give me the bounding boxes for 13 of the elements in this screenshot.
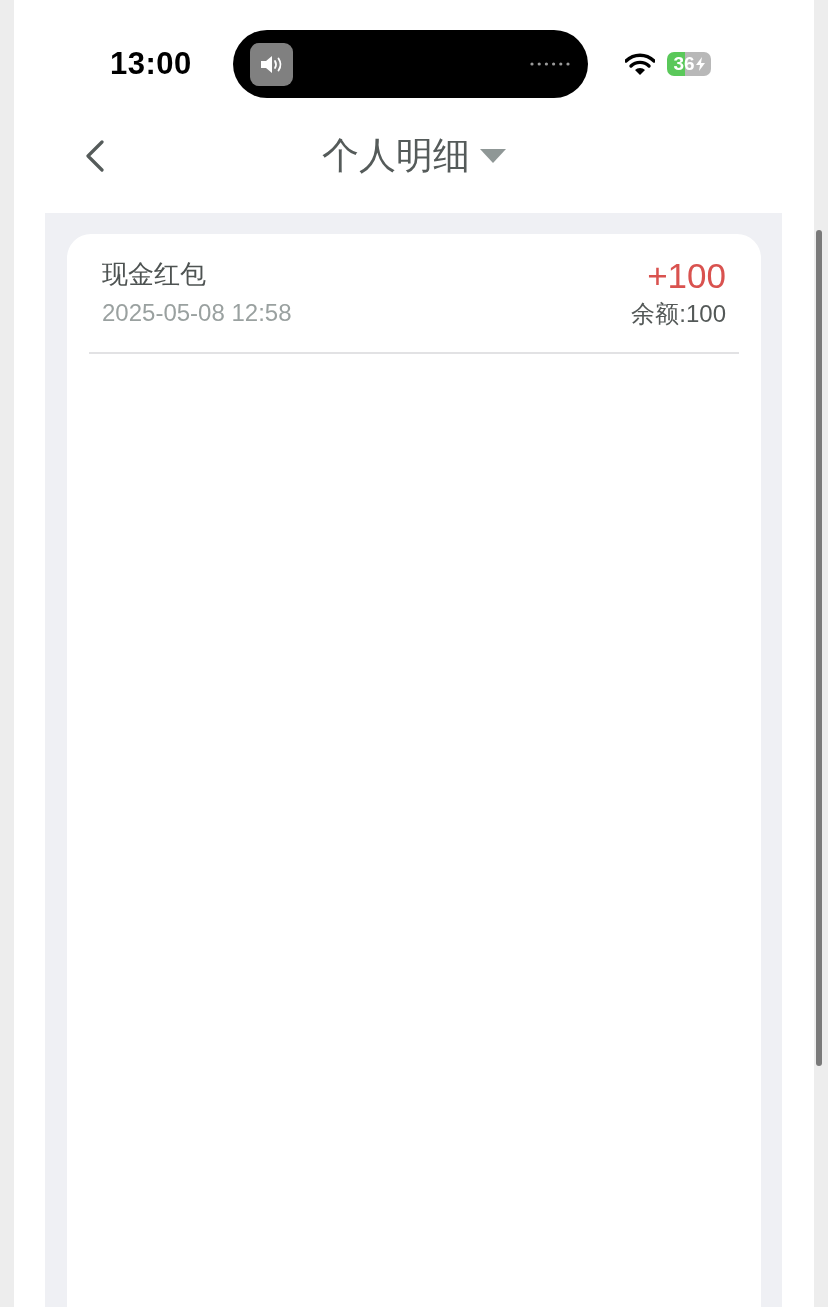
status-time: 13:00 [110,46,193,82]
title-dropdown[interactable]: 个人明细 [322,132,506,179]
record-balance: 余额:100 [631,299,726,329]
back-chevron-icon [85,139,105,172]
bolt-icon [695,57,705,71]
record-name: 现金红包 [102,258,206,291]
wifi-icon [625,53,655,75]
record-amount: +100 [647,256,726,296]
scrollbar-thumb[interactable] [816,230,822,1066]
speaker-icon [250,42,293,86]
caret-icon [480,148,506,163]
record-time: 2025-05-08 12:58 [102,298,292,328]
dots-icon [530,62,570,66]
